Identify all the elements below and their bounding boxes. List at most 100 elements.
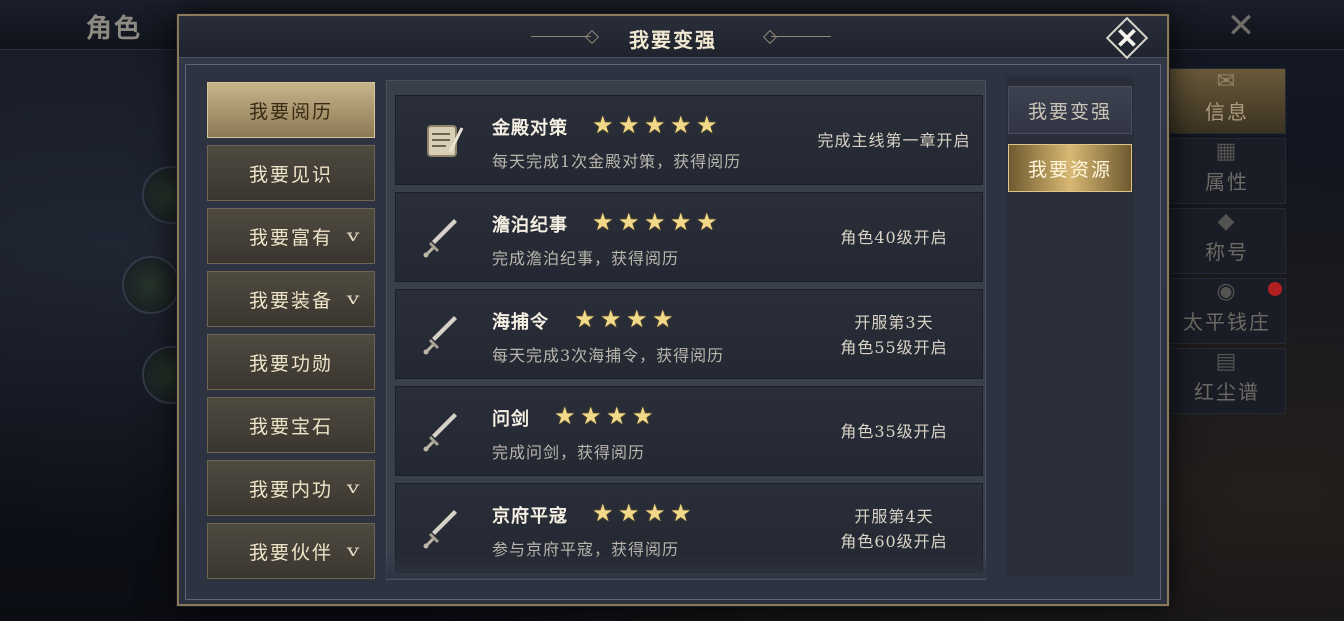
chevron-down-icon: v xyxy=(346,289,363,308)
sword-icon xyxy=(418,504,468,554)
right-tab[interactable]: 我要变强 xyxy=(1008,86,1132,134)
unlock-condition: 角色40级开启 xyxy=(804,225,984,250)
star-icon: ★ xyxy=(554,402,576,430)
star-icon: ★ xyxy=(644,208,666,236)
left-tab[interactable]: 我要功勋 xyxy=(207,334,375,390)
left-tab[interactable]: 我要阅历 xyxy=(207,82,375,138)
unlock-condition: 完成主线第一章开启 xyxy=(804,128,984,153)
unlock-condition-line: 开服第4天 xyxy=(854,507,934,526)
star-icon: ★ xyxy=(592,111,614,139)
right-tab-list: 我要变强 我要资源 xyxy=(1006,76,1134,576)
close-button[interactable]: ✕ xyxy=(1109,20,1145,56)
left-tab-label: 我要阅历 xyxy=(248,100,333,123)
left-tab[interactable]: 我要内功 v xyxy=(207,460,375,516)
unlock-condition-line: 角色35级开启 xyxy=(840,422,948,441)
item-name: 澹泊纪事 xyxy=(492,215,568,236)
left-tab[interactable]: 我要装备 v xyxy=(207,271,375,327)
item-description: 完成问剑，获得阅历 xyxy=(492,443,646,462)
coin-icon: ◉ xyxy=(1216,279,1238,304)
sword-icon xyxy=(418,310,468,360)
chart-icon: ▦ xyxy=(1215,139,1239,164)
book-icon: ▤ xyxy=(1215,349,1239,374)
star-icon: ★ xyxy=(632,402,654,430)
background-menu-item[interactable]: ✉ 信息 xyxy=(1168,68,1286,134)
background-avatar-slot xyxy=(122,256,180,314)
chevron-down-icon: v xyxy=(346,226,363,245)
unlock-condition: 角色35级开启 xyxy=(804,419,984,444)
star-icon: ★ xyxy=(600,305,622,333)
star-rating: ★ ★ ★ ★ xyxy=(592,499,692,527)
background-menu-label: 红尘谱 xyxy=(1194,380,1260,404)
item-name: 海捕令 xyxy=(492,312,549,333)
unlock-condition-line: 开服第3天 xyxy=(854,313,934,332)
background-menu-item[interactable]: ◆ 称号 xyxy=(1168,208,1286,274)
star-icon: ★ xyxy=(644,111,666,139)
star-icon: ★ xyxy=(670,499,692,527)
chevron-down-icon: v xyxy=(346,478,363,497)
left-tab-label: 我要富有 xyxy=(248,226,333,249)
star-rating: ★ ★ ★ ★ ★ xyxy=(592,208,718,236)
dialog-title: 我要变强 xyxy=(629,28,717,52)
left-tab-label: 我要宝石 xyxy=(248,415,333,438)
left-tab-label: 我要装备 xyxy=(248,289,333,312)
right-tab[interactable]: 我要资源 xyxy=(1008,144,1132,192)
unlock-condition-line: 完成主线第一章开启 xyxy=(817,131,971,150)
left-tab[interactable]: 我要伙伴 v xyxy=(207,523,375,579)
item-name: 金殿对策 xyxy=(492,118,568,139)
star-icon: ★ xyxy=(618,499,640,527)
notification-dot xyxy=(1268,282,1282,296)
item-name: 问剑 xyxy=(492,409,530,430)
left-tab[interactable]: 我要富有 v xyxy=(207,208,375,264)
star-icon: ★ xyxy=(618,111,640,139)
background-menu-label: 称号 xyxy=(1205,240,1249,264)
star-icon: ★ xyxy=(592,208,614,236)
unlock-condition-line: 角色40级开启 xyxy=(840,228,948,247)
background-close-icon[interactable]: ✕ xyxy=(1216,6,1266,46)
background-menu-label: 属性 xyxy=(1205,170,1249,194)
left-tab-label: 我要功勋 xyxy=(248,352,333,375)
unlock-condition-line: 角色60级开启 xyxy=(840,532,948,551)
item-description: 参与京府平寇，获得阅历 xyxy=(492,540,680,559)
star-icon: ★ xyxy=(696,208,718,236)
list-item[interactable]: 澹泊纪事 ★ ★ ★ ★ ★ 完成澹泊纪事，获得阅历 角色40级开启 xyxy=(395,192,983,282)
list-item[interactable]: 京府平寇 ★ ★ ★ ★ 参与京府平寇，获得阅历 开服第4天 角色60级开启 xyxy=(395,483,983,573)
star-icon: ★ xyxy=(644,499,666,527)
background-menu-item[interactable]: ▤ 红尘谱 xyxy=(1168,348,1286,414)
sword-icon xyxy=(418,407,468,457)
badge-icon: ◆ xyxy=(1217,209,1237,234)
star-rating: ★ ★ ★ ★ xyxy=(554,402,654,430)
scroll-quill-icon xyxy=(418,116,468,166)
star-icon: ★ xyxy=(618,208,640,236)
left-tab-label: 我要内功 xyxy=(248,478,333,501)
background-menu-item[interactable]: ▦ 属性 xyxy=(1168,138,1286,204)
list-item[interactable]: 海捕令 ★ ★ ★ ★ 每天完成3次海捕令，获得阅历 开服第3天 角色55级开启 xyxy=(395,289,983,379)
left-tab-label: 我要伙伴 xyxy=(248,541,333,564)
unlock-condition: 开服第3天角色55级开启 xyxy=(804,310,984,360)
sword-icon xyxy=(418,213,468,263)
star-icon: ★ xyxy=(652,305,674,333)
left-tab[interactable]: 我要宝石 xyxy=(207,397,375,453)
left-tab-list: 我要阅历我要见识我要富有 v 我要装备 v 我要功勋我要宝石我要内功 v 我要伙伴 v xyxy=(207,82,377,582)
left-tab[interactable]: 我要见识 xyxy=(207,145,375,201)
star-icon: ★ xyxy=(626,305,648,333)
star-rating: ★ ★ ★ ★ ★ xyxy=(592,111,718,139)
star-icon: ★ xyxy=(696,111,718,139)
star-icon: ★ xyxy=(574,305,596,333)
star-rating: ★ ★ ★ ★ xyxy=(574,305,674,333)
star-icon: ★ xyxy=(580,402,602,430)
star-icon: ★ xyxy=(670,208,692,236)
chevron-down-icon: v xyxy=(346,541,363,560)
item-description: 每天完成1次金殿对策，获得阅历 xyxy=(492,152,742,171)
scroll-icon: ✉ xyxy=(1216,69,1238,94)
close-icon: ✕ xyxy=(1115,21,1139,55)
item-description: 完成澹泊纪事，获得阅历 xyxy=(492,249,680,268)
list-item[interactable]: 金殿对策 ★ ★ ★ ★ ★ 每天完成1次金殿对策，获得阅历 完成主线第一章开启 xyxy=(395,95,983,185)
title-ornament-right xyxy=(771,36,831,37)
star-icon: ★ xyxy=(606,402,628,430)
background-title: 角色 xyxy=(86,14,143,44)
unlock-condition: 开服第4天角色60级开启 xyxy=(804,504,984,554)
list-item[interactable]: 问剑 ★ ★ ★ ★ 完成问剑，获得阅历 角色35级开启 xyxy=(395,386,983,476)
unlock-condition-line: 角色55级开启 xyxy=(840,338,948,357)
task-list[interactable]: 金殿对策 ★ ★ ★ ★ ★ 每天完成1次金殿对策，获得阅历 完成主线第一章开启 澹泊纪事 ★ ★ ★… xyxy=(386,80,986,580)
background-menu-label: 信息 xyxy=(1205,100,1249,124)
